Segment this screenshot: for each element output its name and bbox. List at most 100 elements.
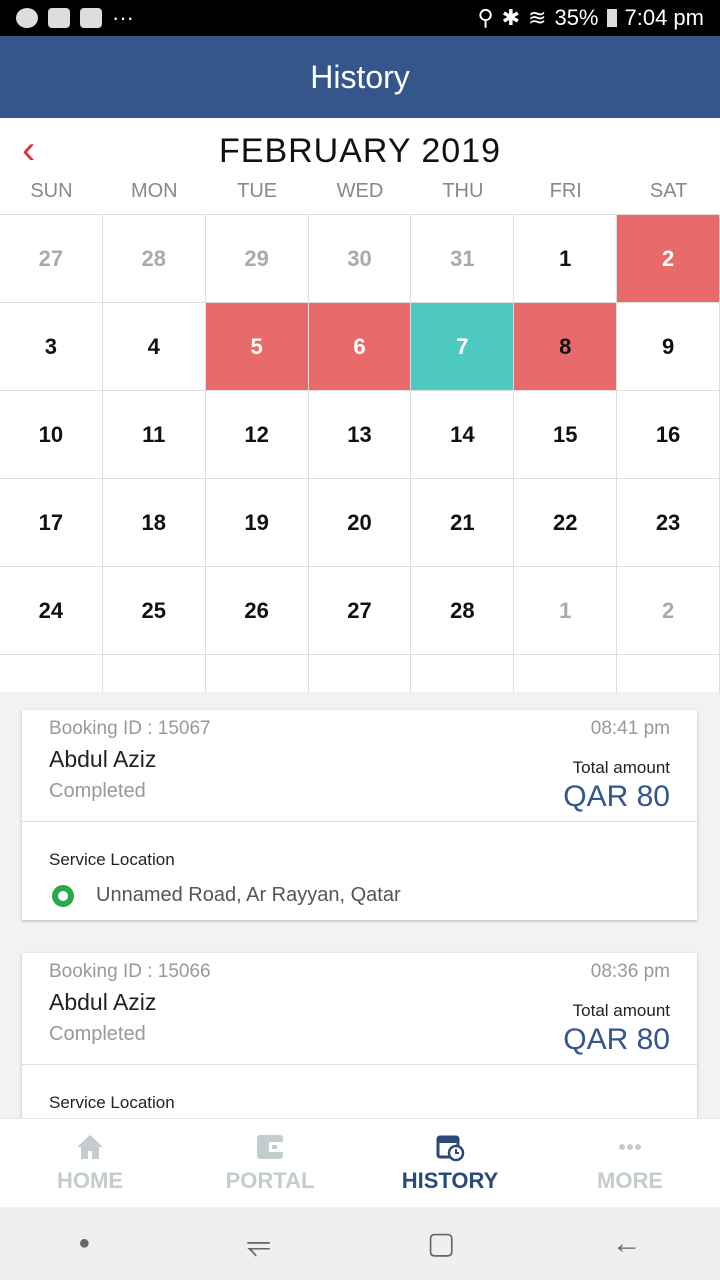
calendar-day[interactable]: 16 [617, 391, 720, 479]
total-amount: QAR 80 [563, 780, 670, 813]
bluetooth-icon: ✱ [501, 5, 521, 30]
calendar-day[interactable]: 8 [514, 303, 618, 391]
calendar-day-empty [206, 655, 309, 692]
booking-id: Booking ID : 15066 [49, 961, 211, 982]
wallet-icon [257, 1135, 283, 1159]
calendar-grid: 27 28 29 30 31 1 2 3 4 5 6 7 8 9 10 11 12 13 14 15 16 17 18 19 2… [0, 214, 720, 692]
booking-card[interactable]: Booking ID : 15066 08:36 pm Abdul Aziz C… [22, 953, 697, 1118]
bottom-nav: HOME PORTAL HISTORY MORE [0, 1118, 720, 1207]
calendar-day[interactable]: 10 [0, 391, 103, 479]
calendar-day[interactable]: 6 [308, 303, 412, 391]
calendar-day[interactable]: 27 [308, 567, 412, 655]
calendar-day-empty [103, 655, 206, 692]
nav-portal[interactable]: PORTAL [180, 1119, 360, 1207]
booking-time: 08:36 pm [590, 961, 670, 982]
location-icon: ⚲ [477, 5, 494, 30]
service-location: Unnamed Road, Ar Rayyan, Qatar [96, 884, 401, 906]
calendar-day-empty [309, 655, 412, 692]
calendar-day[interactable]: 30 [308, 215, 412, 303]
weekday: TUE [237, 180, 278, 202]
booking-time: 08:41 pm [590, 718, 670, 739]
calendar-day[interactable]: 2 [617, 215, 720, 303]
calendar-day-empty [411, 655, 515, 692]
total-amount-label: Total amount [572, 1001, 670, 1020]
calendar-day-empty [0, 655, 103, 692]
weekday-header: SUN MON TUE WED THU FRI SAT [0, 180, 720, 203]
recent-apps-button[interactable]: ⥫ [247, 1227, 271, 1261]
calendar-day[interactable]: 28 [411, 567, 515, 655]
calendar-day[interactable]: 28 [102, 215, 206, 303]
weekday: SAT [649, 180, 688, 202]
weekday: WED [336, 180, 384, 202]
service-location-label: Service Location [49, 1093, 175, 1112]
youtube-icon [80, 8, 102, 28]
weekday: FRI [549, 180, 582, 202]
calendar-day[interactable]: 5 [205, 303, 309, 391]
more-notifications-icon: ··· [112, 5, 134, 30]
calendar-day[interactable]: 4 [102, 303, 206, 391]
battery-icon [606, 9, 617, 27]
calendar-day[interactable]: 26 [205, 567, 309, 655]
battery-percent: 35% [554, 5, 599, 30]
weekday: THU [442, 180, 484, 202]
app-header: History [0, 36, 720, 118]
calendar-day[interactable]: 3 [0, 303, 103, 391]
nav-label: HOME [57, 1168, 123, 1193]
back-button[interactable]: ← [612, 1227, 642, 1261]
booking-list[interactable]: Booking ID : 15067 08:41 pm Abdul Aziz C… [0, 692, 720, 1118]
nav-label: MORE [597, 1168, 663, 1193]
calendar-day[interactable]: 7 [411, 303, 515, 391]
home-button[interactable]: ▢ [427, 1226, 455, 1261]
calendar-day[interactable]: 18 [102, 479, 206, 567]
camera-icon [48, 8, 70, 28]
status-bar: ··· ⚲ ✱ ≋ 35% 7:04 pm [0, 0, 720, 36]
calendar-day[interactable]: 20 [308, 479, 412, 567]
calendar-day[interactable]: 22 [514, 479, 618, 567]
calendar-day-empty [617, 655, 720, 692]
booking-status: Completed [49, 1023, 146, 1045]
calendar-day[interactable]: 17 [0, 479, 103, 567]
calendar-day[interactable]: 1 [514, 215, 618, 303]
service-location-label: Service Location [49, 850, 175, 869]
calendar-clock-icon [436, 1135, 465, 1162]
calendar-day[interactable]: 12 [205, 391, 309, 479]
booking-id: Booking ID : 15067 [49, 718, 211, 739]
calendar-day[interactable]: 31 [411, 215, 515, 303]
calendar-day[interactable]: 9 [617, 303, 720, 391]
booking-status: Completed [49, 780, 146, 802]
total-amount-label: Total amount [572, 758, 670, 777]
booking-card[interactable]: Booking ID : 15067 08:41 pm Abdul Aziz C… [22, 710, 697, 920]
calendar-day[interactable]: 21 [411, 479, 515, 567]
customer-name: Abdul Aziz [49, 746, 157, 772]
calendar-day[interactable]: 14 [411, 391, 515, 479]
calendar-day[interactable]: 15 [514, 391, 618, 479]
nav-more[interactable]: MORE [540, 1119, 720, 1207]
home-icon [77, 1135, 103, 1159]
calendar-day[interactable]: 25 [102, 567, 206, 655]
nav-label: PORTAL [225, 1168, 315, 1193]
calendar-day[interactable]: 29 [205, 215, 309, 303]
wifi-signal-icon: ≋ [528, 5, 547, 30]
nav-history[interactable]: HISTORY [360, 1119, 540, 1207]
system-nav-bar: ● ⥫ ▢ ← [0, 1207, 720, 1280]
calendar-day[interactable]: 19 [205, 479, 309, 567]
calendar-day[interactable]: 24 [0, 567, 103, 655]
calendar-day[interactable]: 2 [617, 567, 720, 655]
page-title: History [310, 58, 410, 95]
nav-label: HISTORY [401, 1168, 499, 1193]
clock: 7:04 pm [624, 5, 705, 30]
whatsapp-icon [16, 8, 38, 28]
calendar-day[interactable]: 27 [0, 215, 103, 303]
calendar-day[interactable]: 13 [308, 391, 412, 479]
more-icon [619, 1144, 641, 1150]
total-amount: QAR 80 [563, 1023, 670, 1056]
calendar-day-empty [514, 655, 618, 692]
location-marker-icon [52, 884, 74, 907]
calendar-day[interactable]: 23 [617, 479, 720, 567]
calendar-day[interactable]: 1 [514, 567, 618, 655]
nav-home[interactable]: HOME [0, 1119, 180, 1207]
customer-name: Abdul Aziz [49, 989, 157, 1015]
month-title: FEBRUARY 2019 [219, 132, 501, 170]
dot-icon[interactable]: ● [78, 1232, 90, 1255]
calendar-day[interactable]: 11 [102, 391, 206, 479]
